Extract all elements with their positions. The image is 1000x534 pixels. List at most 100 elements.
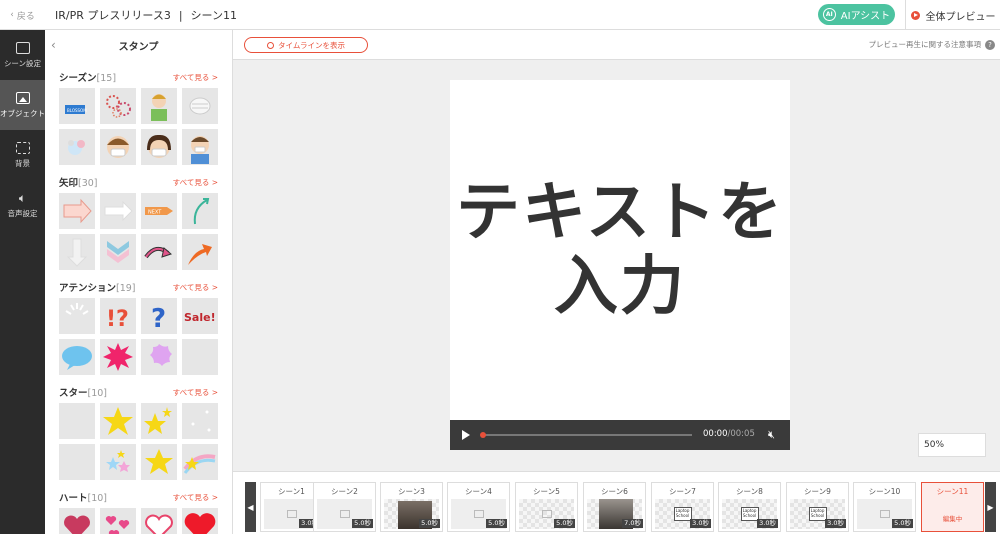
ai-icon: AI: [822, 8, 836, 21]
object-icon: [15, 91, 30, 104]
scroll-right-button[interactable]: ▶: [985, 482, 996, 532]
stamp-item[interactable]: [59, 508, 95, 534]
scene-card[interactable]: シーン3 5.0秒: [380, 482, 443, 532]
scene-duration: 5.0秒: [554, 519, 575, 528]
stamp-item[interactable]: [59, 129, 95, 165]
stamp-item[interactable]: [59, 234, 95, 270]
see-all-link[interactable]: すべて見る >: [173, 387, 218, 398]
see-all-link[interactable]: すべて見る >: [173, 72, 218, 83]
stamp-item[interactable]: [141, 403, 177, 439]
scroll-left-button[interactable]: ◀: [245, 482, 256, 532]
stamp-item[interactable]: ?: [141, 298, 177, 334]
rail-item-scene-settings[interactable]: シーン設定: [0, 30, 45, 80]
stamp-item[interactable]: [182, 88, 218, 124]
stamp-item[interactable]: NEXT: [141, 193, 177, 229]
stamp-item[interactable]: [100, 129, 136, 165]
panel-title: スタンプ: [118, 41, 159, 53]
section-title: スター: [59, 388, 88, 399]
canvas-toolbar: タイムラインを表示 プレビュー再生に関する注意事項 ?: [233, 30, 1000, 60]
section-title: 矢印: [59, 178, 79, 189]
see-all-link[interactable]: すべて見る >: [173, 177, 218, 188]
zoom-level-input[interactable]: 50%: [918, 433, 986, 457]
seek-handle[interactable]: [480, 432, 486, 438]
stamp-text: !?: [106, 307, 129, 332]
scene-card[interactable]: シーン6 7.0秒: [583, 482, 646, 532]
seek-bar[interactable]: [480, 432, 692, 438]
stamp-item[interactable]: [141, 88, 177, 124]
rail-item-sound[interactable]: 🔈︎ 音声設定: [0, 180, 45, 230]
play-icon[interactable]: [462, 430, 470, 440]
back-button[interactable]: ‹ 戻る: [0, 0, 45, 30]
section-count: [10]: [87, 493, 108, 504]
stamp-item[interactable]: Sale!: [182, 298, 218, 334]
stamp-item[interactable]: [100, 508, 136, 534]
background-icon: [15, 141, 30, 154]
scene-card[interactable]: シーン8 Laptop School 3.0秒: [718, 482, 781, 532]
scene-duration: 3.0秒: [690, 519, 711, 528]
stamp-item[interactable]: [182, 193, 218, 229]
stamp-item[interactable]: [141, 508, 177, 534]
see-all-link[interactable]: すべて見る >: [173, 492, 218, 503]
rail-item-background[interactable]: 背景: [0, 130, 45, 180]
scene-card[interactable]: シーン9 Laptop School 3.0秒: [786, 482, 849, 532]
section-count: [10]: [87, 388, 108, 399]
scene-card[interactable]: シーン2 5.0秒: [313, 482, 376, 532]
stamp-item[interactable]: [100, 444, 136, 480]
stamp-item[interactable]: [141, 234, 177, 270]
stamp-item[interactable]: [59, 403, 95, 439]
stamp-item[interactable]: [182, 339, 218, 375]
see-all-link[interactable]: すべて見る >: [173, 282, 218, 293]
section-title: アテンション: [59, 283, 117, 294]
preview-all-button[interactable]: 全体プレビュー: [905, 0, 1000, 30]
scene-card[interactable]: シーン10 5.0秒: [853, 482, 916, 532]
stamp-item[interactable]: [182, 129, 218, 165]
ai-assist-button[interactable]: AI AIアシスト: [818, 4, 895, 25]
stamp-item[interactable]: [100, 234, 136, 270]
stamp-item[interactable]: !?: [100, 298, 136, 334]
stamp-item[interactable]: BLOSSOM: [59, 88, 95, 124]
play-circle-icon: [910, 10, 920, 20]
scene-card-active[interactable]: シーン11 編集中: [921, 482, 984, 532]
scene-duration: 5.0秒: [419, 519, 440, 528]
zoom-value: 50%: [924, 440, 945, 450]
scene-stage[interactable]: テキストを 入力: [450, 80, 790, 420]
rail-item-object[interactable]: オブジェクト: [0, 80, 45, 130]
mute-icon[interactable]: 🔇︎: [768, 428, 775, 442]
preview-notice-label: プレビュー再生に関する注意事項: [868, 40, 982, 49]
preview-notice-link[interactable]: プレビュー再生に関する注意事項 ?: [868, 39, 995, 50]
stamp-item[interactable]: [59, 193, 95, 229]
scene-label: シーン10: [868, 487, 901, 496]
scene-label: シーン5: [533, 487, 560, 496]
stamp-item[interactable]: [141, 444, 177, 480]
scene-duration: 3.0秒: [825, 519, 846, 528]
stamp-item[interactable]: [141, 339, 177, 375]
stamp-panel: ‹ スタンプ シーズン[15] すべて見る > BLOSSOM 矢印[30] す…: [45, 30, 233, 534]
svg-text:BLOSSOM: BLOSSOM: [67, 108, 87, 113]
stamp-item[interactable]: [100, 339, 136, 375]
stamp-section-season: シーズン[15] すべて見る > BLOSSOM: [45, 66, 232, 165]
stamp-item[interactable]: [100, 88, 136, 124]
scene-card[interactable]: シーン4 5.0秒: [447, 482, 510, 532]
scene-duration: 7.0秒: [622, 519, 643, 528]
project-title-bar: IR/PR プレスリリース3 | シーン11: [55, 0, 237, 30]
scene-card[interactable]: シーン7 Laptop School 3.0秒: [651, 482, 714, 532]
stamp-item[interactable]: [100, 193, 136, 229]
stamp-item[interactable]: [100, 403, 136, 439]
stamp-item[interactable]: [59, 339, 95, 375]
stamp-item[interactable]: [141, 129, 177, 165]
chevron-left-icon[interactable]: ‹: [51, 38, 56, 52]
rail-label: オブジェクト: [0, 108, 45, 118]
show-timeline-button[interactable]: タイムラインを表示: [244, 37, 368, 53]
sound-icon: 🔈︎: [18, 190, 27, 205]
stamp-text: NEXT: [148, 210, 162, 216]
stamp-item[interactable]: [59, 444, 95, 480]
stamp-item[interactable]: [59, 298, 95, 334]
project-title: IR/PR プレスリリース3: [55, 9, 171, 22]
stamp-item[interactable]: [182, 403, 218, 439]
stamp-item[interactable]: [182, 444, 218, 480]
scene-card[interactable]: シーン5 5.0秒: [515, 482, 578, 532]
rail-label: シーン設定: [3, 58, 42, 68]
stamp-item[interactable]: [182, 508, 218, 534]
stamp-item[interactable]: [182, 234, 218, 270]
stage-text[interactable]: テキストを 入力: [456, 176, 784, 324]
